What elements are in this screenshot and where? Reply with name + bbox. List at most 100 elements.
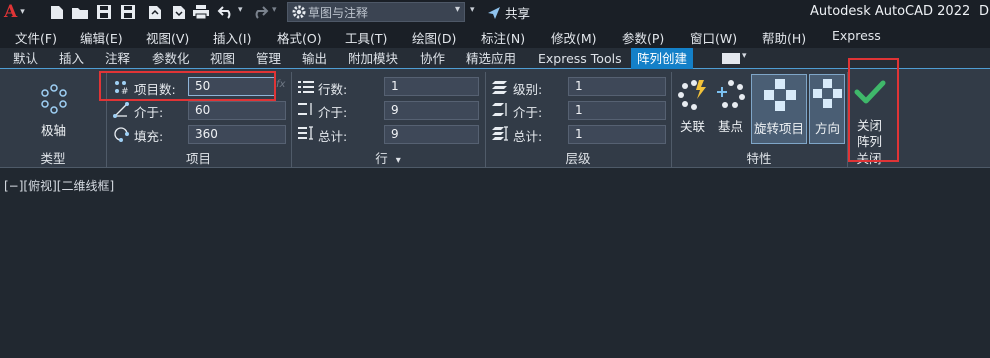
app-menu-button[interactable]: A ▾ [4,2,25,22]
chevron-down-icon[interactable]: ▾ [742,51,747,61]
save-icon[interactable] [97,5,111,19]
tab-default[interactable]: 默认 [13,48,38,69]
tab-featured-apps[interactable]: 精选应用 [466,48,516,69]
menu-tools[interactable]: 工具(T) [345,28,387,47]
polar-type-button[interactable]: 极轴 [22,78,86,142]
menu-draw[interactable]: 绘图(D) [412,28,456,47]
new-file-icon[interactable] [50,5,64,20]
item-count-highlight [99,71,276,101]
tab-express-tools[interactable]: Express Tools [538,48,622,69]
menu-modify[interactable]: 修改(M) [551,28,597,47]
undo-icon[interactable] [217,6,234,19]
close-array-highlight [848,58,899,162]
tab-view[interactable]: 视图 [210,48,235,69]
web-mobile-open-icon[interactable] [148,5,162,20]
base-point-icon [717,80,745,108]
share-label: 共享 [505,6,531,21]
levels-between-input[interactable]: 1 [568,101,666,120]
save-as-icon[interactable] [121,5,135,19]
properties-panel-title: 特性 [746,151,772,166]
ribbon-options-button[interactable] [722,53,740,64]
tab-annotate[interactable]: 注释 [105,48,130,69]
rows-total-label: 总计: [318,129,348,144]
menu-bar: 文件(F) 编辑(E) 视图(V) 插入(I) 格式(O) 工具(T) 绘图(D… [0,24,990,48]
tab-array-creation[interactable]: 阵列创建 [631,48,694,69]
title-trailing: D [979,4,990,19]
web-mobile-save-icon[interactable] [172,5,186,20]
rows-between-input[interactable]: 9 [384,101,479,120]
app-title: Autodesk AutoCAD 2022 [810,4,971,19]
menu-edit[interactable]: 编辑(E) [80,28,123,47]
levels-count-label: 级别: [513,82,543,97]
type-panel-title: 类型 [40,151,66,166]
levels-total-label: 总计: [513,129,543,144]
print-icon[interactable] [193,5,209,20]
tab-parametric[interactable]: 参数化 [152,48,190,69]
level-total-icon [492,126,508,141]
item-fill-input[interactable]: 360 [188,125,286,144]
open-folder-icon[interactable] [72,6,88,19]
tab-output[interactable]: 输出 [302,48,327,69]
levels-panel-title: 层级 [565,151,591,166]
menu-help[interactable]: 帮助(H) [762,28,806,47]
tab-manage[interactable]: 管理 [256,48,281,69]
row-spacing-icon [298,103,312,115]
tab-collaborate[interactable]: 协作 [420,48,445,69]
drawing-viewport[interactable] [0,169,990,358]
rows-panel-expander[interactable]: 行 ▾ [291,149,485,169]
title-bar: A ▾ ▾ ▾ 草图与注释 ▾ ▾ 共享 Autodesk AutoCAD 20… [0,0,990,24]
rows-count-input[interactable]: 1 [384,77,479,96]
workspace-select[interactable]: 草图与注释 ▾ [287,2,465,22]
menu-format[interactable]: 格式(O) [277,28,322,47]
workspace-name: 草图与注释 [308,5,369,20]
levels-count-input[interactable]: 1 [568,77,666,96]
viewport-controls-label[interactable]: [−][俯视][二维线框] [4,177,114,194]
formula-icon[interactable]: fx [276,79,285,90]
item-between-input[interactable]: 60 [188,101,286,120]
row-total-icon [298,126,313,140]
direction-icon [813,79,842,108]
share-icon [488,6,500,19]
level-spacing-icon [492,103,507,116]
base-point-label: 基点 [718,119,744,134]
menu-view[interactable]: 视图(V) [146,28,189,47]
chevron-down-icon: ▾ [395,155,401,166]
fill-angle-icon [114,127,129,142]
polar-array-icon [41,84,67,114]
tab-addins[interactable]: 附加模块 [348,48,398,69]
menu-window[interactable]: 窗口(W) [690,28,737,47]
gear-icon [292,5,306,19]
menu-insert[interactable]: 插入(I) [213,28,251,47]
direction-label: 方向 [815,121,841,136]
tab-insert[interactable]: 插入 [59,48,84,69]
redo-icon[interactable] [252,6,269,19]
levels-icon [492,81,507,94]
chevron-down-icon: ▾ [454,4,460,15]
levels-total-input[interactable]: 1 [568,125,666,144]
rows-total-input[interactable]: 9 [384,125,479,144]
menu-parametric[interactable]: 参数(P) [622,28,664,47]
rows-icon [298,81,314,93]
share-button[interactable]: 共享 [487,3,530,22]
angle-between-icon [113,102,129,118]
item-fill-label: 填充: [134,129,164,144]
rotate-items-button[interactable]: 旋转项目 [751,74,807,144]
polar-label: 极轴 [41,123,67,138]
rows-count-label: 行数: [318,82,348,97]
ribbon-tab-bar: 默认 插入 注释 参数化 视图 管理 输出 附加模块 协作 精选应用 Expre… [0,48,990,69]
menu-dimension[interactable]: 标注(N) [481,28,525,47]
base-point-button[interactable]: 基点 [713,74,749,142]
chevron-down-icon: ▾ [20,7,25,17]
undo-dropdown-icon[interactable]: ▾ [238,5,243,15]
menu-file[interactable]: 文件(F) [15,28,57,47]
associative-label: 关联 [680,119,706,134]
redo-dropdown-icon[interactable]: ▾ [272,5,277,15]
associative-button[interactable]: 关联 [675,74,711,142]
app-logo-letter: A [4,2,18,22]
rows-between-label: 介于: [318,105,348,120]
direction-button[interactable]: 方向 [809,74,845,144]
workspace-dropdown-arrow[interactable]: ▾ [470,5,475,15]
item-between-label: 介于: [134,105,164,120]
rows-panel-title: 行 [375,151,388,166]
menu-express[interactable]: Express [832,28,881,43]
